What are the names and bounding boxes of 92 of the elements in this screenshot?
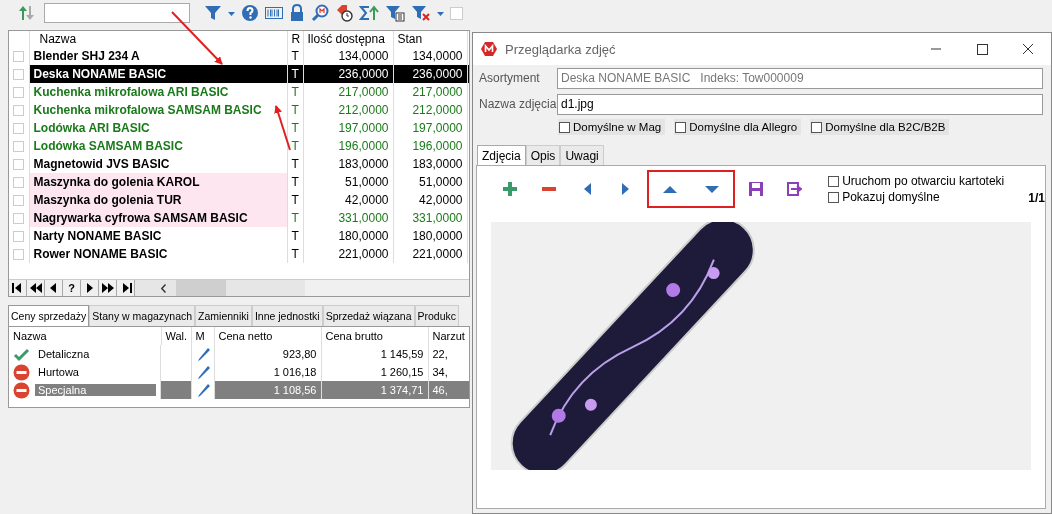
table-cell: 923,80 xyxy=(214,345,321,363)
table-cell: T xyxy=(287,245,303,263)
table-cell: 180,0000 xyxy=(393,227,467,245)
table-row[interactable]: Detaliczna 923,80 1 145,59 22, xyxy=(9,345,469,363)
table-row[interactable]: Kuchenka mikrofalowa ARI BASIC T 217,0000 217,0000 xyxy=(9,83,469,101)
checkbox-label: Domyślne dla Allegro xyxy=(689,121,798,133)
table-cell: Detaliczna xyxy=(38,348,90,360)
input-field[interactable]: d1.jpg xyxy=(557,93,1043,115)
table-cell: 1 145,59 xyxy=(321,345,428,363)
table-cell: 1 108,56 xyxy=(214,381,321,399)
table-cell: 197,0000 xyxy=(303,119,393,137)
table-cell: T xyxy=(287,119,303,137)
table-row[interactable]: Specjalna 1 108,56 1 374,71 46, xyxy=(9,381,469,399)
table-cell: T xyxy=(287,191,303,209)
table-cell: Lodówka ARI BASIC xyxy=(29,119,287,137)
table-cell: 236,0000 xyxy=(393,65,467,83)
column-header[interactable]: Stan xyxy=(393,31,467,47)
table-cell: Hurtowa xyxy=(38,366,79,378)
tab[interactable]: Zdjęcia xyxy=(477,145,526,165)
table-cell: 51,0000 xyxy=(393,173,467,191)
tab[interactable]: Ceny sprzedaży xyxy=(8,305,90,326)
table-cell: 42,0000 xyxy=(393,191,467,209)
table-row[interactable]: Maszynka do golenia KAROL T 51,0000 51,0000 xyxy=(9,173,469,191)
table-cell: 221,0000 xyxy=(393,245,467,263)
table-cell: 236,0000 xyxy=(303,65,393,83)
table-cell: 331,0000 xyxy=(393,209,467,227)
table-cell: Lodówka SAMSAM BASIC xyxy=(29,137,287,155)
table-row[interactable]: Lodówka ARI BASIC T 197,0000 197,0000 xyxy=(9,119,469,137)
table-cell: T xyxy=(287,101,303,119)
tab[interactable]: Sprzedaż wiązana xyxy=(322,305,415,326)
table-cell: 196,0000 xyxy=(393,137,467,155)
column-header[interactable]: M xyxy=(191,327,214,345)
nav-button[interactable]: ? xyxy=(63,280,81,296)
table-cell: 217,0000 xyxy=(303,83,393,101)
table-cell: 180,0000 xyxy=(303,227,393,245)
field-label: Nazwa zdjęcia xyxy=(479,97,557,111)
table-row[interactable]: Kuchenka mikrofalowa SAMSAM BASIC T 212,0000 212,0000 xyxy=(9,101,469,119)
table-cell: T xyxy=(287,209,303,227)
table-row[interactable]: Rower NONAME BASIC T 221,0000 221,0000 xyxy=(9,245,469,263)
table-cell: 183,0000 xyxy=(393,155,467,173)
tab[interactable]: Uwagi xyxy=(560,145,604,165)
table-row[interactable]: Narty NONAME BASIC T 180,0000 180,0000 xyxy=(9,227,469,245)
table-cell: T xyxy=(287,173,303,191)
table-row[interactable]: Lodówka SAMSAM BASIC T 196,0000 196,0000 xyxy=(9,137,469,155)
table-cell: Kuchenka mikrofalowa SAMSAM BASIC xyxy=(29,101,287,119)
table-cell: Deska NONAME BASIC xyxy=(29,65,287,83)
checkbox-label: Domyślne dla B2C/B2B xyxy=(825,121,946,133)
table-cell: 46, xyxy=(428,381,469,399)
table-cell: Maszynka do golenia KAROL xyxy=(29,173,287,191)
tab[interactable]: Stany w magazynach xyxy=(89,305,196,326)
tab[interactable]: Produkc xyxy=(414,305,460,326)
column-header[interactable]: Nazwa xyxy=(9,327,161,345)
table-cell: Maszynka do golenia TUR xyxy=(29,191,287,209)
table-row[interactable]: Deska NONAME BASIC T 236,0000 236,0000 xyxy=(9,65,469,83)
column-header[interactable]: Cena brutto xyxy=(321,327,428,345)
table-cell: 51,0000 xyxy=(303,173,393,191)
column-header[interactable]: Nazwa xyxy=(29,31,287,47)
table-cell: 1 374,71 xyxy=(321,381,428,399)
table-cell: Kuchenka mikrofalowa ARI BASIC xyxy=(29,83,287,101)
table-cell: T xyxy=(287,227,303,245)
table-row[interactable]: Maszynka do golenia TUR T 42,0000 42,0000 xyxy=(9,191,469,209)
tab[interactable]: Zamienniki xyxy=(195,305,252,326)
table-cell: 331,0000 xyxy=(303,209,393,227)
checkbox-label: Pokazuj domyślne xyxy=(842,190,940,204)
window-title: Przeglądarka zdjęć xyxy=(505,41,617,57)
table-cell: 22, xyxy=(428,345,469,363)
table-cell: 197,0000 xyxy=(393,119,467,137)
field-label: Asortyment xyxy=(479,71,541,85)
table-row[interactable]: Nagrywarka cyfrowa SAMSAM BASIC T 331,0000 331,0000 xyxy=(9,209,469,227)
checkbox-label: Domyślne w Mag xyxy=(573,121,662,133)
table-cell: 196,0000 xyxy=(303,137,393,155)
column-header[interactable]: Cena netto xyxy=(214,327,321,345)
tab[interactable]: Opis xyxy=(525,145,561,165)
table-cell: 183,0000 xyxy=(303,155,393,173)
table-cell: Specjalna xyxy=(35,384,156,396)
table-cell: 212,0000 xyxy=(393,101,467,119)
table-cell: T xyxy=(287,155,303,173)
page-counter: 1/1 xyxy=(1028,191,1045,205)
table-cell: Nagrywarka cyfrowa SAMSAM BASIC xyxy=(29,209,287,227)
table-cell: 221,0000 xyxy=(303,245,393,263)
column-header[interactable]: Wal. xyxy=(161,327,191,345)
checkbox-label: Uruchom po otwarciu kartoteki xyxy=(842,174,1005,188)
table-cell: 42,0000 xyxy=(303,191,393,209)
table-cell: 212,0000 xyxy=(303,101,393,119)
table-cell: Narty NONAME BASIC xyxy=(29,227,287,245)
table-cell: T xyxy=(287,83,303,101)
table-cell: Rower NONAME BASIC xyxy=(29,245,287,263)
table-cell: T xyxy=(287,137,303,155)
column-header[interactable]: Narzut xyxy=(428,327,469,345)
table-cell: 217,0000 xyxy=(393,83,467,101)
tab[interactable]: Inne jednostki xyxy=(251,305,323,326)
column-header[interactable]: Ilość dostępna xyxy=(303,31,393,47)
